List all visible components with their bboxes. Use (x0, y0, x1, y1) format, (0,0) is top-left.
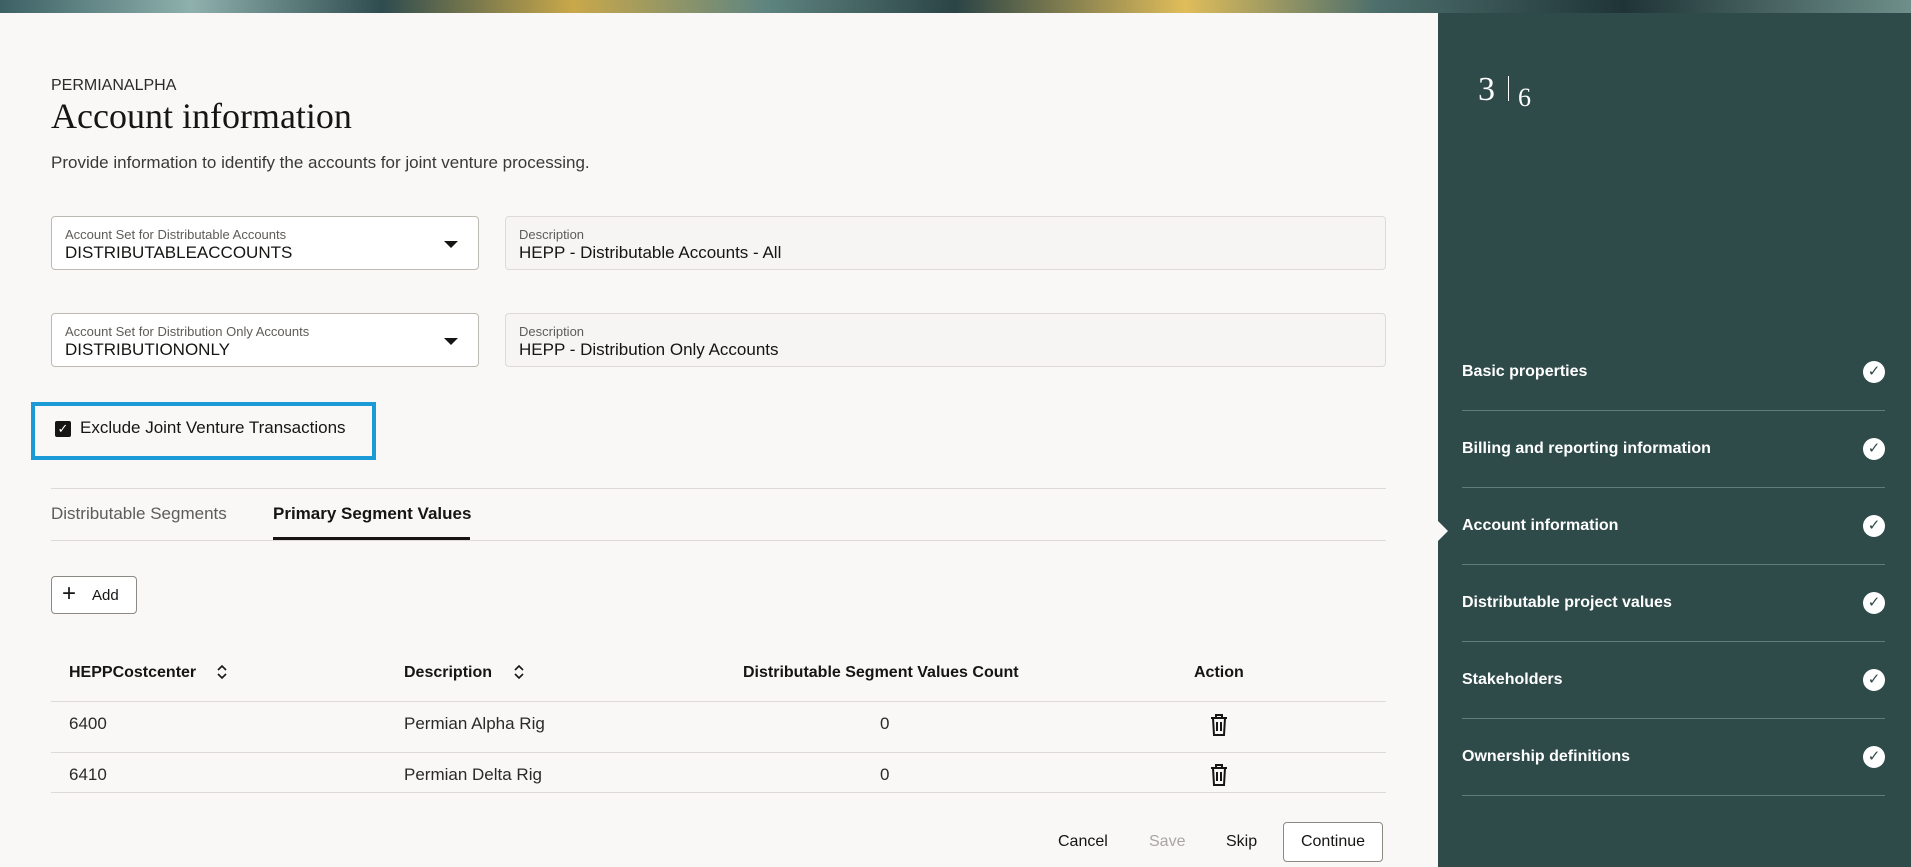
description-cell: Permian Alpha Rig (404, 714, 545, 733)
column-header-action: Action (1194, 664, 1244, 681)
divider (51, 540, 1386, 541)
divider (51, 488, 1386, 489)
field-value: HEPP - Distribution Only Accounts (519, 340, 779, 359)
step-account-information[interactable]: Account information ✓ (1462, 487, 1885, 565)
checkmark-icon: ✓ (1863, 438, 1885, 460)
exclude-jv-transactions-checkbox[interactable]: ✓ (55, 421, 71, 437)
step-basic-properties[interactable]: Basic properties ✓ (1462, 333, 1885, 411)
main-content: PERMIANALPHA Account information Provide… (0, 13, 1438, 867)
tab-primary-segment-values[interactable]: Primary Segment Values (273, 504, 471, 524)
distributable-account-set-select[interactable]: Account Set for Distributable Accounts D… (51, 216, 479, 270)
current-step-pointer (1438, 521, 1448, 541)
field-value: DISTRIBUTABLEACCOUNTS (65, 243, 293, 262)
divider (51, 701, 1386, 702)
step-separator (1508, 76, 1509, 101)
checkmark-icon: ✓ (1863, 592, 1885, 614)
step-distributable-project-values[interactable]: Distributable project values ✓ (1462, 564, 1885, 642)
checkmark-icon: ✓ (1863, 669, 1885, 691)
page-subtitle: Provide information to identify the acco… (51, 153, 590, 172)
trash-icon[interactable] (1208, 713, 1230, 737)
count-cell: 0 (880, 714, 890, 733)
divider (51, 752, 1386, 753)
total-steps-number: 6 (1518, 83, 1531, 112)
step-label: Stakeholders (1462, 671, 1563, 688)
step-label: Basic properties (1462, 363, 1588, 380)
plus-icon: + (62, 580, 77, 607)
decorative-banner (0, 0, 1911, 13)
step-label: Account information (1462, 517, 1619, 534)
distribution-only-description-field: Description HEPP - Distribution Only Acc… (505, 313, 1386, 367)
cancel-button[interactable]: Cancel (1058, 833, 1108, 851)
column-header-costcenter[interactable]: HEPPCostcenter (69, 664, 196, 682)
distribution-only-account-set-select[interactable]: Account Set for Distribution Only Accoun… (51, 313, 479, 367)
costcenter-cell: 6400 (69, 714, 107, 733)
count-cell: 0 (880, 765, 890, 784)
exclude-jv-transactions-highlight: ✓ Exclude Joint Venture Transactions (31, 402, 376, 460)
field-label: Description (519, 227, 585, 242)
chevron-down-icon[interactable] (444, 241, 458, 248)
field-label: Description (519, 324, 585, 339)
continue-button[interactable]: Continue (1283, 822, 1383, 862)
distributable-description-field: Description HEPP - Distributable Account… (505, 216, 1386, 270)
field-label: Account Set for Distribution Only Accoun… (65, 324, 310, 339)
field-value: DISTRIBUTIONONLY (65, 340, 230, 359)
checkbox-label[interactable]: Exclude Joint Venture Transactions (80, 418, 346, 438)
divider (51, 792, 1386, 793)
current-step-number: 3 (1478, 71, 1495, 108)
sort-icon[interactable] (513, 662, 525, 682)
step-stakeholders[interactable]: Stakeholders ✓ (1462, 641, 1885, 719)
field-label: Account Set for Distributable Accounts (65, 227, 287, 242)
description-cell: Permian Delta Rig (404, 765, 542, 784)
checkmark-icon: ✓ (1863, 746, 1885, 768)
field-value: HEPP - Distributable Accounts - All (519, 243, 782, 262)
save-button: Save (1149, 833, 1186, 850)
tab-distributable-segments[interactable]: Distributable Segments (51, 504, 227, 524)
costcenter-cell: 6410 (69, 765, 107, 784)
checkmark-icon: ✓ (1863, 515, 1885, 537)
step-billing-reporting[interactable]: Billing and reporting information ✓ (1462, 410, 1885, 488)
step-label: Billing and reporting information (1462, 440, 1711, 457)
chevron-down-icon[interactable] (444, 338, 458, 345)
page-title: Account information (51, 96, 352, 136)
trash-icon[interactable] (1208, 763, 1230, 787)
checkmark-icon: ✓ (1863, 361, 1885, 383)
sort-icon[interactable] (216, 662, 228, 682)
column-header-count: Distributable Segment Values Count (743, 664, 1019, 681)
org-name: PERMIANALPHA (51, 77, 177, 94)
skip-button[interactable]: Skip (1226, 833, 1257, 851)
step-label: Ownership definitions (1462, 748, 1631, 765)
add-button[interactable]: + Add (51, 576, 137, 614)
step-label: Distributable project values (1462, 594, 1672, 611)
step-ownership-definitions[interactable]: Ownership definitions ✓ (1462, 718, 1885, 796)
column-header-description[interactable]: Description (404, 664, 492, 682)
add-button-label: Add (92, 587, 119, 604)
progress-panel: 3 6 Basic properties ✓ Billing and repor… (1438, 13, 1911, 867)
